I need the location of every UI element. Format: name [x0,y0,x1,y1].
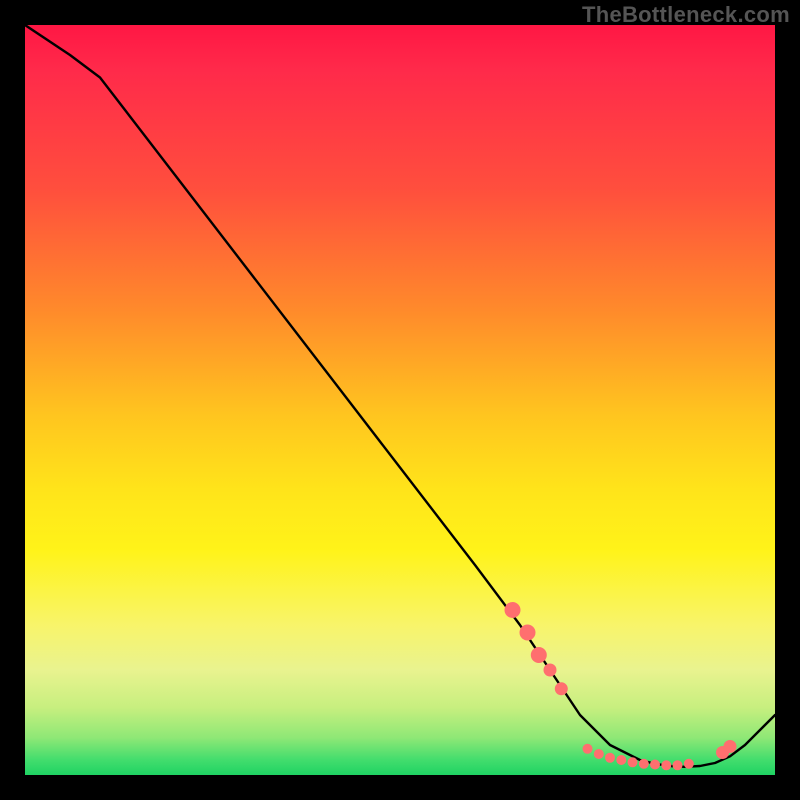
chart-frame: TheBottleneck.com [0,0,800,800]
plot-area [25,25,775,775]
marker-dot [555,682,568,695]
bottleneck-curve-svg [25,25,775,775]
marker-dot [673,760,683,770]
marker-dot [661,760,671,770]
watermark-text: TheBottleneck.com [582,2,790,28]
marker-dot [684,759,694,769]
marker-dot [531,647,547,663]
marker-dot [505,602,521,618]
marker-dot [594,749,604,759]
marker-dot [628,757,638,767]
marker-dot [583,744,593,754]
marker-dot [639,759,649,769]
marker-dot [544,664,557,677]
marker-dot [605,753,615,763]
bottleneck-curve [25,25,775,767]
marker-dot [616,755,626,765]
marker-dot [724,740,737,753]
marker-dot [650,760,660,770]
curve-markers [505,602,737,770]
marker-dot [520,625,536,641]
